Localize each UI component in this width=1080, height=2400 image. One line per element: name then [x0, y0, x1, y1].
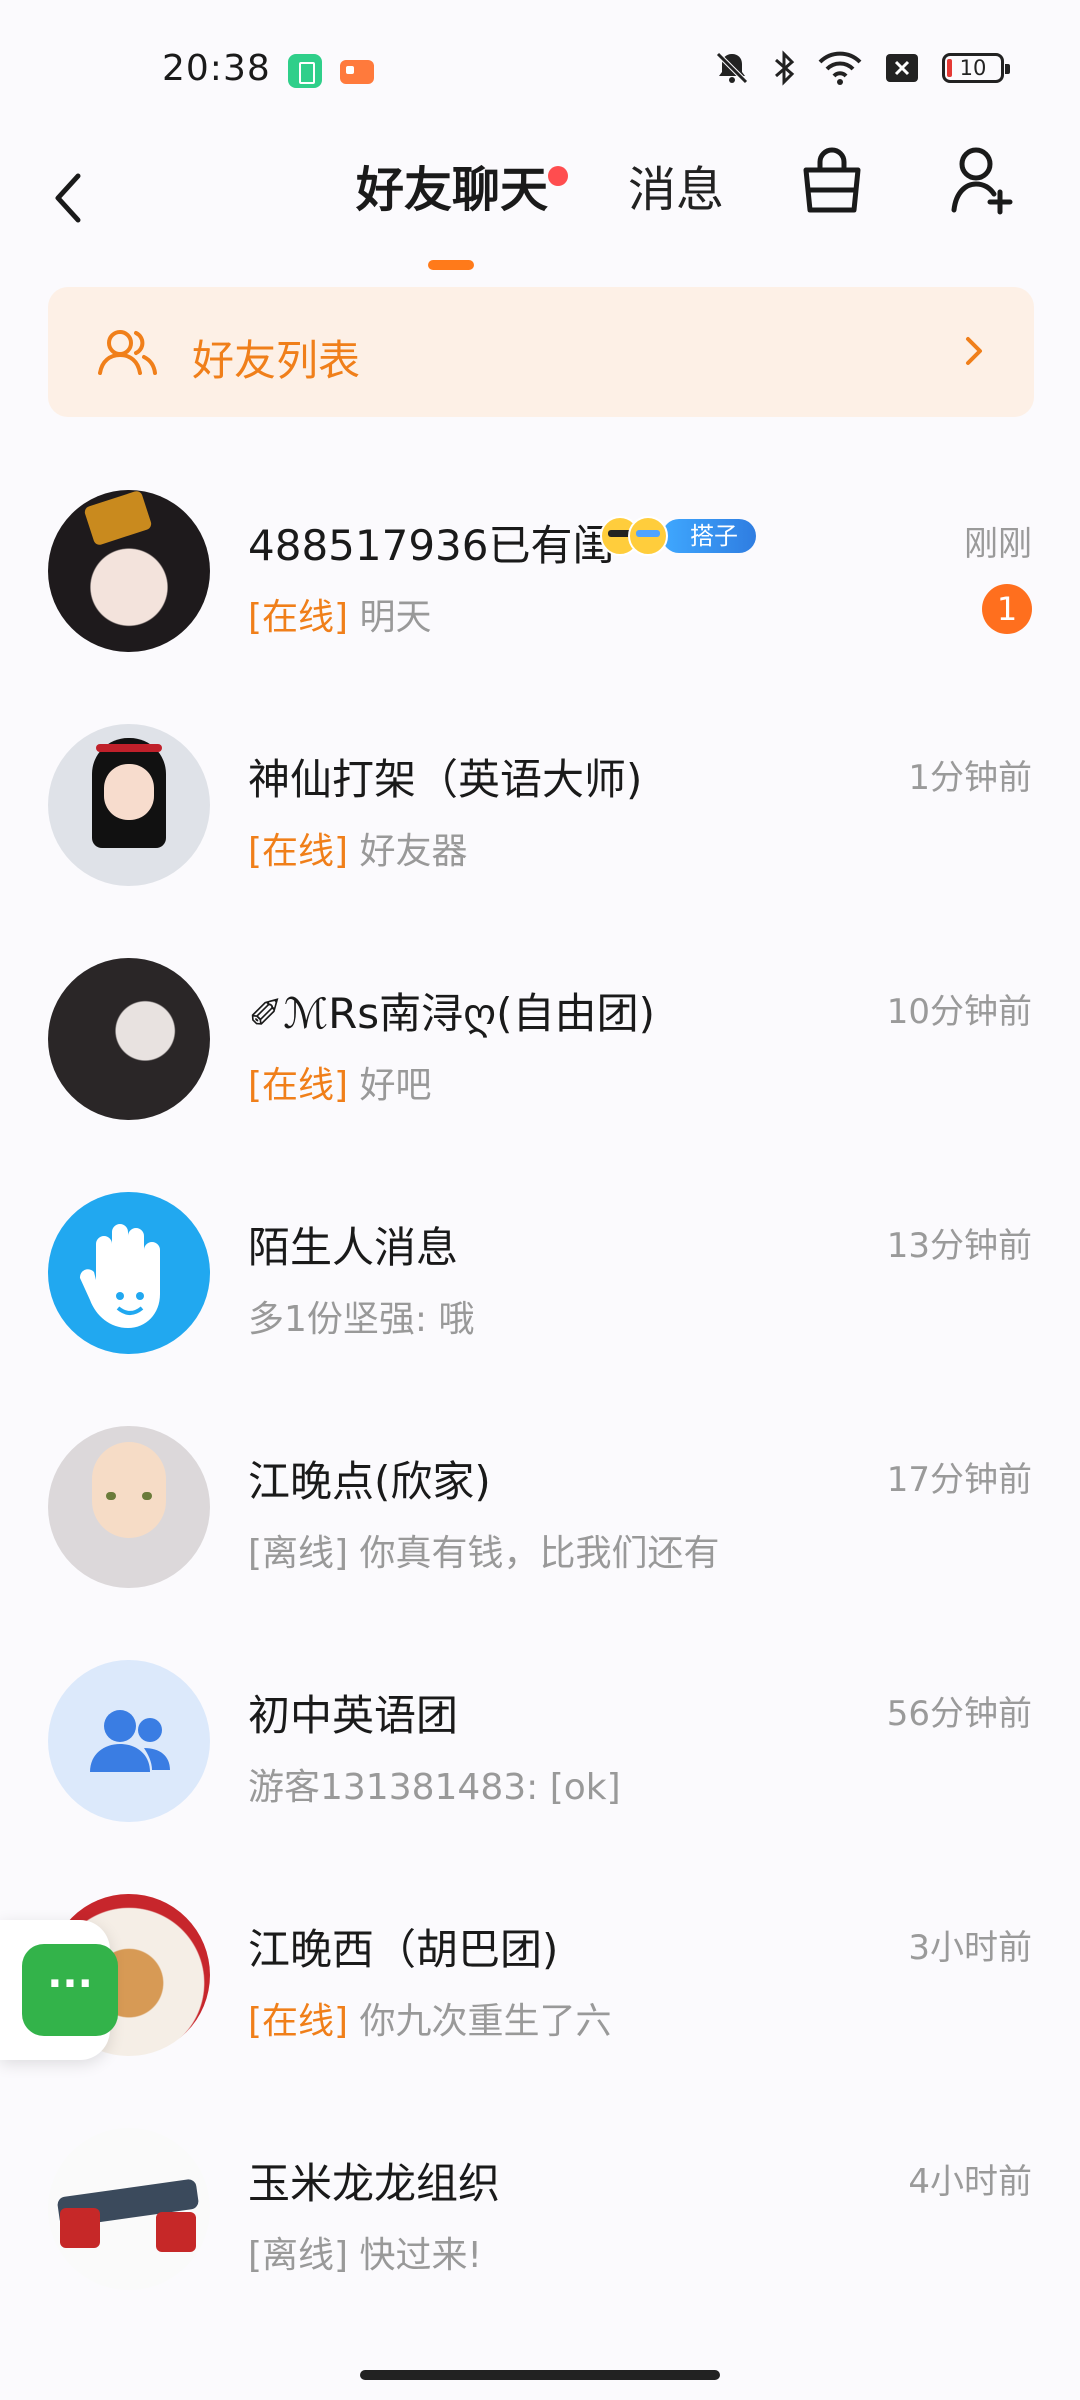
status-bar: 20:38 10 — [0, 0, 1080, 140]
chat-time: 10分钟前 — [886, 992, 1032, 1032]
last-message: 你九次重生了六 — [359, 2001, 612, 2042]
chat-row[interactable]: 玉米龙龙组织 [离线] 快过来! 4小时前 — [0, 2098, 1080, 2332]
app-notification-icon — [288, 54, 322, 88]
last-message: 好吧 — [359, 1065, 432, 1106]
chevron-right-icon — [966, 337, 982, 365]
signal-x-icon — [886, 54, 918, 82]
unread-badge: 1 — [982, 584, 1032, 634]
chat-row[interactable]: ✐ℳRs南浔ღ(自由团) [在线] 好吧 10分钟前 — [0, 928, 1080, 1162]
status-time: 20:38 — [162, 48, 271, 89]
tab-messages[interactable]: 消息 — [628, 150, 724, 250]
chat-time: 56分钟前 — [886, 1694, 1032, 1734]
chat-time: 刚刚 — [964, 524, 1032, 564]
tag-badge-group: 搭子 — [600, 516, 756, 556]
avatar — [48, 724, 210, 886]
chat-name: 488517936已有闺 — [248, 521, 615, 570]
chat-time: 3小时前 — [908, 1928, 1032, 1968]
new-dot-badge — [548, 166, 569, 186]
chat-preview: [在线] 好友器 — [248, 822, 468, 874]
avatar — [48, 1426, 210, 1588]
avatar — [48, 958, 210, 1120]
floating-menu-button[interactable]: ··· — [0, 1920, 118, 2060]
starstruck-emoji-icon — [628, 516, 668, 556]
avatar — [48, 1192, 210, 1354]
back-button[interactable] — [48, 150, 108, 230]
online-status: [在线] — [248, 2001, 349, 2042]
group-icon — [90, 1710, 170, 1772]
add-friend-icon — [951, 147, 1013, 215]
tab-friend-chat[interactable]: 好友聊天 — [356, 150, 569, 270]
last-message: 好友器 — [359, 831, 468, 872]
friend-list-banner[interactable]: 好友列表 — [48, 287, 1034, 417]
add-friend-button[interactable] — [950, 142, 1022, 222]
waving-hand-icon — [79, 1224, 160, 1328]
home-indicator[interactable] — [360, 2370, 720, 2380]
chat-name: ✐ℳRs南浔ღ(自由团) — [248, 989, 655, 1038]
chat-preview: 游客131381483: [ok] — [248, 1758, 621, 1810]
wifi-icon — [818, 51, 862, 85]
chat-preview: 多1份坚强: 哦 — [248, 1290, 474, 1342]
friends-icon — [98, 330, 157, 375]
last-message: 明天 — [359, 597, 432, 638]
top-bar: 好友聊天 消息 — [0, 130, 1080, 270]
chat-name: 初中英语团 — [248, 1691, 459, 1740]
game-notification-icon — [340, 60, 374, 84]
last-message: 你真有钱，比我们还有 — [359, 1533, 720, 1574]
chat-name: 玉米龙龙组织 — [248, 2159, 501, 2208]
chat-time: 13分钟前 — [886, 1226, 1032, 1266]
tab-friend-chat-label: 好友聊天 — [356, 162, 549, 218]
chat-preview: [在线] 你九次重生了六 — [248, 1992, 612, 2044]
last-message: 快过来! — [359, 2235, 482, 2276]
tab-messages-label: 消息 — [628, 162, 725, 218]
online-status: [在线] — [248, 597, 349, 638]
back-icon — [55, 173, 81, 223]
avatar — [48, 490, 210, 652]
chat-name: 江晚西（胡巴团) — [248, 1925, 559, 1974]
chat-name: 江晚点(欣家) — [248, 1457, 491, 1506]
bluetooth-icon — [775, 50, 795, 86]
chat-time: 4小时前 — [908, 2162, 1032, 2202]
chat-name: 陌生人消息 — [248, 1223, 459, 1272]
battery-icon: 10 — [942, 53, 1010, 83]
more-dots-icon: ··· — [22, 1944, 118, 2036]
avatar — [48, 1660, 210, 1822]
chat-time: 1分钟前 — [908, 758, 1032, 798]
chat-row[interactable]: 江晚点(欣家) [离线] 你真有钱，比我们还有 17分钟前 — [0, 1396, 1080, 1630]
chat-row[interactable]: 初中英语团 游客131381483: [ok] 56分钟前 — [0, 1630, 1080, 1864]
mute-icon — [716, 52, 748, 84]
chat-preview: [离线] 你真有钱，比我们还有 — [248, 1524, 720, 1576]
chat-time: 17分钟前 — [886, 1460, 1032, 1500]
offline-status: [离线] — [248, 1533, 349, 1574]
partner-tag: 搭子 — [662, 519, 756, 553]
status-icons: 10 — [714, 50, 1010, 86]
offline-status: [离线] — [248, 2235, 349, 2276]
chat-preview: [在线] 好吧 — [248, 1056, 432, 1108]
last-message: 游客131381483: [ok] — [248, 1767, 621, 1808]
clean-button[interactable] — [800, 146, 872, 226]
chat-row[interactable]: 神仙打架（英语大师) [在线] 好友器 1分钟前 — [0, 694, 1080, 928]
last-message: 多1份坚强: 哦 — [248, 1299, 475, 1340]
active-tab-indicator — [428, 260, 474, 270]
chat-row[interactable]: 陌生人消息 多1份坚强: 哦 13分钟前 — [0, 1162, 1080, 1396]
chat-row[interactable]: 江晚西（胡巴团) [在线] 你九次重生了六 3小时前 — [0, 1864, 1080, 2098]
online-status: [在线] — [248, 831, 349, 872]
chat-row[interactable]: 488517936已有闺 搭子 [在线] 明天 刚刚 1 — [0, 460, 1080, 694]
chat-name: 神仙打架（英语大师) — [248, 755, 643, 804]
avatar — [48, 2128, 210, 2290]
clean-basket-icon — [803, 147, 861, 213]
chat-preview: [离线] 快过来! — [248, 2226, 482, 2278]
friend-list-label: 好友列表 — [192, 336, 361, 385]
chat-preview: [在线] 明天 — [248, 588, 432, 640]
online-status: [在线] — [248, 1065, 349, 1106]
